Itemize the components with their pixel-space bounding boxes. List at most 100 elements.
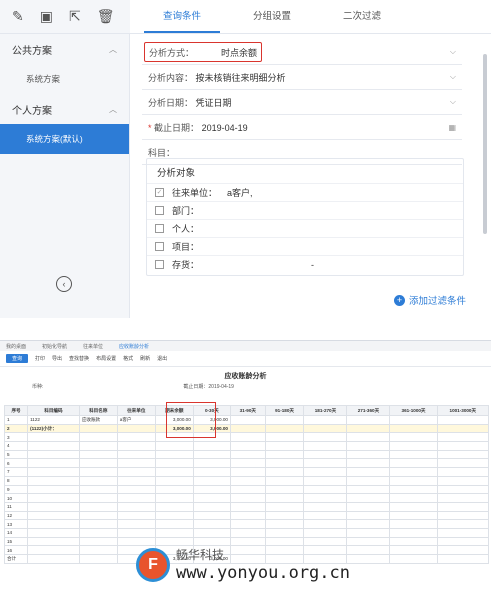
checkbox-inventory[interactable]: [155, 260, 164, 269]
add-filter-button[interactable]: + 添加过滤条件: [394, 293, 466, 307]
analysis-date-value: 凭证日期: [195, 97, 232, 108]
layout-button[interactable]: 布局设置: [96, 355, 116, 362]
checkbox-department[interactable]: [155, 206, 164, 215]
table-cell: [389, 475, 438, 486]
table-cell: [264, 493, 305, 503]
column-header[interactable]: 181-270天: [303, 405, 348, 416]
table-cell: [436, 536, 490, 547]
format-button[interactable]: 格式: [123, 355, 133, 362]
tab-desktop[interactable]: 我的桌面: [6, 343, 26, 350]
column-header[interactable]: 31-90天: [229, 405, 266, 416]
export-icon[interactable]: ⇱: [69, 8, 81, 25]
tab-partners[interactable]: 往来单位: [83, 343, 103, 350]
tab-aging-analysis[interactable]: 应收账龄分析: [119, 343, 149, 350]
table-row[interactable]: 10: [3, 493, 490, 503]
analysis-content-select[interactable]: 分析内容： 按未核销往来明细分析 ⌵: [142, 65, 462, 90]
table-cell: [346, 536, 391, 547]
table-cell: [192, 493, 231, 503]
table-cell: [346, 458, 391, 469]
column-header[interactable]: 序号: [3, 405, 29, 416]
collapse-sidebar-icon[interactable]: ‹: [56, 276, 72, 292]
table-cell: 4: [3, 441, 29, 451]
analysis-method-select[interactable]: 分析方式： 时点余额 ⌵: [142, 40, 462, 65]
table-row[interactable]: 12: [3, 510, 490, 521]
target-label: 往来单位：: [172, 188, 218, 198]
table-cell: [436, 484, 490, 495]
table-cell: [436, 449, 490, 460]
table-row[interactable]: 2 (1122)小计： 3,000.00 3,000.00: [3, 423, 490, 434]
table-cell: a客户: [116, 415, 156, 425]
export-button[interactable]: 导出: [52, 355, 62, 362]
checkbox-customer[interactable]: ✓: [155, 188, 164, 197]
print-button[interactable]: 打印: [35, 355, 45, 362]
sidebar-item-system-scheme[interactable]: 系统方案: [0, 64, 129, 94]
column-header[interactable]: 科目名称: [78, 405, 118, 416]
table-cell: [389, 458, 438, 469]
refresh-button[interactable]: 刷新: [140, 355, 150, 362]
target-value[interactable]: a客户,: [227, 186, 253, 199]
subject-label: 科目：: [148, 147, 176, 158]
table-cell: 11: [3, 501, 29, 512]
table-row[interactable]: 13: [3, 519, 490, 529]
sidebar-group-personal[interactable]: 个人方案 ︿: [0, 94, 129, 124]
table-row[interactable]: 8: [3, 475, 490, 486]
table-cell: [389, 467, 438, 477]
table-cell: 3: [3, 432, 29, 443]
table-cell: [27, 519, 80, 529]
checkbox-person[interactable]: [155, 224, 164, 233]
sidebar-group-public[interactable]: 公共方案 ︿: [0, 34, 129, 64]
table-row[interactable]: 7: [3, 467, 490, 477]
table-cell: [27, 493, 80, 503]
target-value[interactable]: -: [311, 260, 314, 270]
table-cell: [389, 441, 438, 451]
table-row[interactable]: 11: [3, 501, 490, 512]
table-cell: [346, 554, 391, 564]
column-header[interactable]: 361-1000天: [389, 405, 438, 416]
tab-group-settings[interactable]: 分组设置: [234, 0, 310, 33]
tab-query-conditions[interactable]: 查询条件: [144, 0, 220, 33]
scrollbar[interactable]: [483, 34, 489, 284]
column-header[interactable]: 往来单位: [116, 405, 156, 416]
table-cell: [78, 432, 118, 443]
table-cell: [116, 519, 156, 529]
table-cell: [389, 415, 438, 425]
report-meta: 币种: 截止日期：2019-04-19: [0, 383, 491, 393]
highlight-box: [166, 402, 216, 438]
table-cell: [436, 554, 490, 564]
table-row[interactable]: 14: [3, 527, 490, 538]
table-row[interactable]: 15: [3, 536, 490, 547]
column-header[interactable]: 91-180天: [264, 405, 305, 416]
cutoff-date-field[interactable]: * 截止日期： 2019-04-19 ▦: [142, 115, 462, 140]
table-cell: [346, 545, 391, 555]
table-cell: [78, 449, 118, 460]
query-button[interactable]: 查询: [6, 354, 29, 363]
report-tabbar: 我的桌面 初始化导航 往来单位 应收账龄分析: [0, 341, 491, 351]
table-cell: [303, 536, 348, 547]
exit-button[interactable]: 退出: [157, 355, 167, 362]
table-cell: [436, 467, 490, 477]
tab-init-nav[interactable]: 初始化导航: [42, 343, 67, 350]
sidebar-item-system-scheme-default[interactable]: 系统方案(默认): [0, 124, 129, 154]
column-header[interactable]: 1001-3000天: [436, 405, 490, 416]
table-row[interactable]: 3: [3, 432, 490, 443]
checkbox-project[interactable]: [155, 242, 164, 251]
table-row[interactable]: 6: [3, 458, 490, 469]
tab-secondary-filter[interactable]: 二次过滤: [324, 0, 400, 33]
table-cell: [264, 475, 305, 486]
column-header[interactable]: 科目编码: [27, 405, 80, 416]
calendar-icon[interactable]: ▦: [448, 123, 456, 132]
table-cell: [116, 449, 156, 460]
analysis-date-select[interactable]: 分析日期： 凭证日期 ⌵: [142, 90, 462, 115]
table-row[interactable]: 4: [3, 441, 490, 451]
table-cell: [389, 536, 438, 547]
save-icon[interactable]: ▣: [40, 8, 53, 25]
table-row[interactable]: 1 1122 应收账款 a客户 3,000.00 3,000.00: [3, 415, 490, 425]
table-row[interactable]: 5: [3, 449, 490, 460]
find-replace-button[interactable]: 查找替换: [69, 355, 89, 362]
column-header[interactable]: 271-360天: [346, 405, 391, 416]
table-row[interactable]: 9: [3, 484, 490, 495]
table-cell: [264, 510, 305, 521]
edit-icon[interactable]: ✎: [12, 8, 24, 25]
delete-icon[interactable]: 🗑: [97, 8, 115, 25]
table-cell: 9: [3, 484, 29, 495]
